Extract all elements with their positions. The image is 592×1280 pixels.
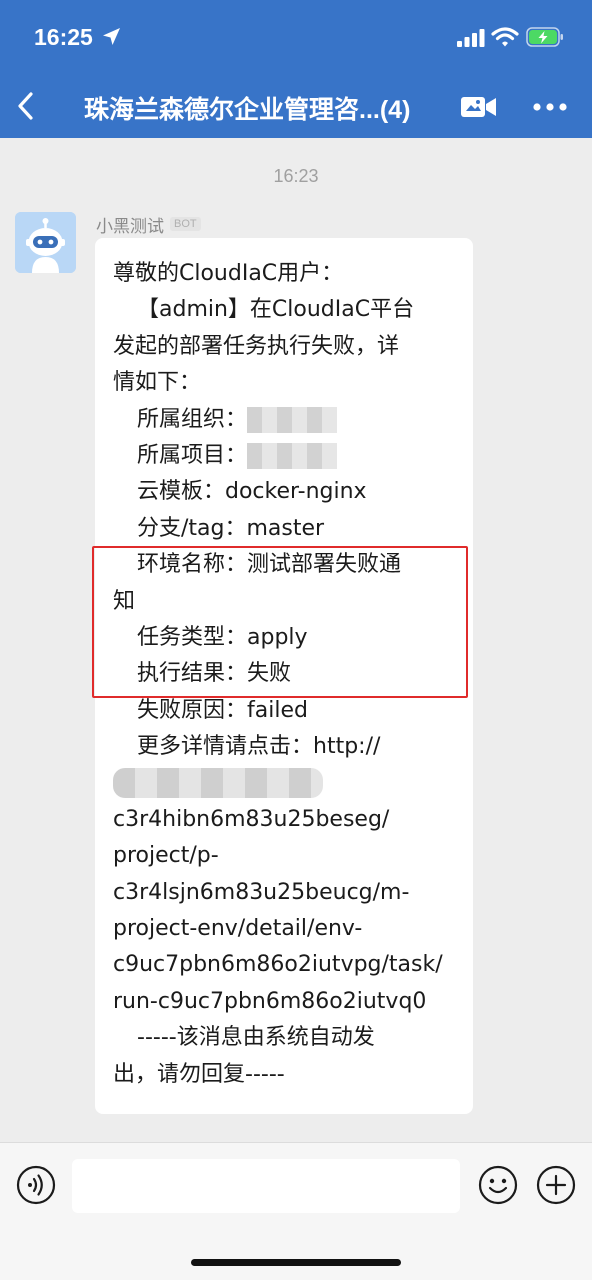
voice-input-icon[interactable] — [16, 1165, 56, 1205]
more-button[interactable] — [528, 91, 572, 123]
redacted-project — [247, 442, 338, 469]
status-time: 16:25 — [34, 24, 93, 50]
message-link-line[interactable]: c3r4lsjn6m83u25beucg/m- — [113, 875, 465, 911]
message-input[interactable] — [72, 1159, 460, 1213]
project-label: 所属项目： — [137, 442, 248, 468]
message-line: 云模板：docker-nginx — [137, 479, 367, 505]
chat-title: 珠海兰森德尔企业管理咨...(4) — [84, 96, 411, 124]
sender-info: 小黑测试 BOT — [96, 212, 201, 237]
back-arrow-icon — [18, 92, 33, 120]
redacted-org — [247, 406, 338, 433]
message-line: 【admin】在CloudIaC平台 — [137, 297, 415, 323]
message-link-line[interactable]: run-c9uc7pbn6m86o2iutvq0 — [113, 984, 465, 1020]
message-link-line[interactable]: project/p- — [113, 838, 465, 874]
message-line: 分支/tag：master — [137, 515, 325, 541]
message-line: 情如下： — [113, 370, 202, 396]
video-call-button[interactable] — [458, 91, 500, 123]
robot-icon — [15, 212, 76, 273]
back-button[interactable] — [8, 84, 44, 128]
redacted-link-host — [113, 765, 465, 801]
highlight-annotation-box — [92, 546, 468, 698]
message-line-org: 所属组织： — [113, 402, 465, 438]
home-indicator — [191, 1259, 401, 1266]
message-link-line[interactable]: project-env/detail/env- — [113, 911, 465, 947]
redacted-host — [113, 768, 323, 799]
location-arrow-icon — [103, 28, 120, 45]
emoji-icon[interactable] — [478, 1165, 518, 1205]
message-line: -----该消息由系统自动发 — [137, 1025, 375, 1051]
battery-charging-icon — [526, 27, 563, 47]
message-line: 出，请勿回复----- — [113, 1061, 285, 1087]
wifi-icon — [491, 27, 519, 47]
org-label: 所属组织： — [137, 406, 248, 432]
message-line: 失败原因：failed — [137, 697, 308, 723]
bot-badge: BOT — [170, 217, 201, 231]
message-line: 发起的部署任务执行失败，详 — [113, 333, 400, 359]
plus-icon[interactable] — [536, 1165, 576, 1205]
cellular-signal-icon — [457, 29, 485, 47]
message-link-line[interactable]: c9uc7pbn6m86o2iutvpg/task/ — [113, 947, 465, 983]
status-bar: 16:25 — [0, 0, 592, 76]
message-line-project: 所属项目： — [113, 438, 465, 474]
sender-name: 小黑测试 — [96, 216, 164, 237]
bot-avatar[interactable] — [15, 212, 76, 273]
top-header: 16:25 珠海兰森德尔企业管理咨...(4) — [0, 0, 592, 138]
message-link-prefix[interactable]: 更多详情请点击：http:// — [113, 729, 465, 765]
input-bar — [0, 1142, 592, 1280]
more-dots-icon — [533, 103, 567, 111]
nav-bar: 珠海兰森德尔企业管理咨...(4) — [0, 76, 592, 138]
message-line: 尊敬的CloudIaC用户： — [113, 261, 344, 286]
message-link-line[interactable]: c3r4hibn6m83u25beseg/ — [113, 802, 465, 838]
message-timestamp: 16:23 — [273, 166, 319, 186]
video-call-icon — [461, 97, 496, 117]
